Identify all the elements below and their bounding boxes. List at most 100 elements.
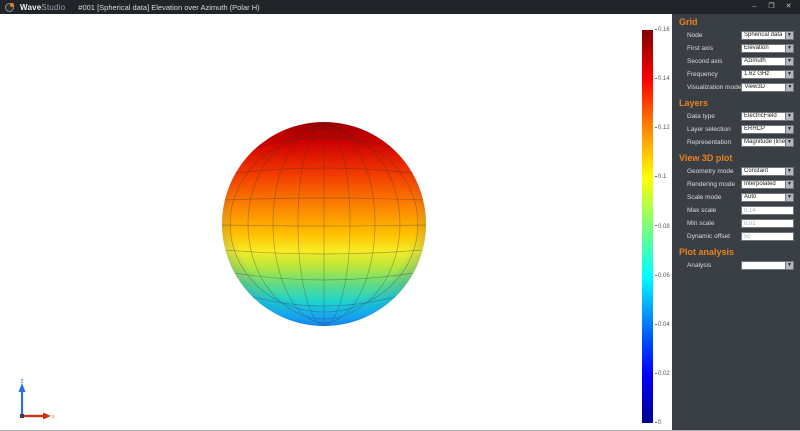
colorbar-tick: 0 [653, 420, 661, 426]
minimize-button[interactable]: – [748, 1, 761, 13]
first-axis-label: First axis [687, 45, 713, 52]
chevron-down-icon[interactable]: ▼ [785, 126, 793, 133]
chevron-down-icon[interactable]: ▼ [785, 194, 793, 201]
row-scale-mode: Scale mode Auto ▼ [687, 193, 794, 202]
layer-selection-dropdown[interactable]: ERHCP ▼ [741, 125, 794, 134]
first-axis-dropdown[interactable]: Elevation ▼ [741, 44, 794, 53]
node-dropdown[interactable]: Spherical data ▼ [741, 31, 794, 40]
chevron-down-icon[interactable]: ▼ [785, 58, 793, 65]
row-max-scale: Max scale [687, 206, 794, 215]
row-node: Node Spherical data ▼ [687, 31, 794, 40]
rendering-mode-label: Rendering mode [687, 181, 736, 188]
axis-triad-svg: z x [18, 379, 55, 421]
frequency-value: 1.62 GHz [744, 71, 770, 77]
geometry-mode-label: Geometry mode [687, 168, 734, 175]
analysis-value [742, 262, 785, 269]
visualization-mode-dropdown[interactable]: View3D ▼ [741, 83, 795, 92]
section-header-plot-analysis: Plot analysis [679, 247, 735, 257]
row-geometry-mode: Geometry mode Constant ▼ [687, 167, 794, 176]
dynamic-offset-label: Dynamic offset [687, 233, 730, 240]
rendering-mode-value: Interpolated [744, 181, 776, 187]
colorbar-tick: 0.12 [653, 125, 670, 131]
geometry-mode-value: Constant [744, 168, 769, 174]
scale-mode-value: Auto [744, 194, 757, 200]
row-rendering-mode: Rendering mode Interpolated ▼ [687, 180, 794, 189]
section-header-grid: Grid [679, 17, 698, 27]
colorbar-tick: 0.06 [653, 273, 670, 279]
visualization-mode-label: Visualization mode [687, 84, 742, 91]
axis-triad: z x [6, 378, 56, 427]
analysis-label: Analysis [687, 262, 712, 269]
main-content: z x 0.16 0.14 0.12 0.1 0.08 0.06 0.04 0.… [0, 14, 800, 430]
x-axis-arrow-icon [43, 412, 51, 420]
max-scale-input [741, 206, 794, 215]
row-representation: Representation Magnitude (linear) ▼ [687, 138, 794, 147]
first-axis-value: Elevation [744, 45, 769, 51]
colorbar: 0.16 0.14 0.12 0.1 0.08 0.06 0.04 0.02 0 [642, 27, 670, 426]
visualization-mode-value: View3D [744, 84, 766, 90]
chevron-down-icon[interactable]: ▼ [785, 139, 793, 146]
row-analysis: Analysis ▼ [687, 261, 794, 270]
chevron-down-icon[interactable]: ▼ [785, 32, 793, 39]
data-type-dropdown[interactable]: ElectricField ▼ [741, 112, 794, 121]
app-name-primary: Wave [20, 2, 42, 12]
representation-value: Magnitude (linear) [744, 139, 785, 145]
frequency-dropdown[interactable]: 1.62 GHz ▼ [741, 70, 794, 79]
app-window: WaveStudio #001 [Spherical data] Elevati… [0, 0, 800, 431]
scale-mode-label: Scale mode [687, 194, 722, 201]
node-label: Node [687, 32, 703, 39]
min-scale-label: Min scale [687, 220, 715, 227]
representation-dropdown[interactable]: Magnitude (linear) ▼ [741, 138, 794, 147]
app-name-secondary: Studio [41, 2, 66, 12]
second-axis-dropdown[interactable]: Azimuth ▼ [741, 57, 794, 66]
min-scale-input [741, 219, 794, 228]
x-axis-label: x [52, 415, 55, 421]
geometry-mode-dropdown[interactable]: Constant ▼ [741, 167, 794, 176]
spherical-radiation-pattern [219, 119, 429, 329]
close-button[interactable]: ✕ [782, 1, 795, 13]
row-visualization-mode: Visualization mode View3D ▼ [687, 83, 795, 92]
row-min-scale: Min scale [687, 219, 794, 228]
settings-panel: Grid Node Spherical data ▼ First axis El… [672, 14, 800, 430]
z-axis-label: z [21, 379, 24, 385]
max-scale-label: Max scale [687, 207, 717, 214]
rendering-mode-dropdown[interactable]: Interpolated ▼ [741, 180, 794, 189]
colorbar-tick: 0.16 [653, 27, 670, 33]
node-value: Spherical data [744, 32, 783, 38]
row-layer-selection: Layer selection ERHCP ▼ [687, 125, 794, 134]
colorbar-tick: 0.04 [653, 322, 670, 328]
row-first-axis: First axis Elevation ▼ [687, 44, 794, 53]
colorbar-ticks: 0.16 0.14 0.12 0.1 0.08 0.06 0.04 0.02 0 [653, 27, 670, 426]
chevron-down-icon[interactable]: ▼ [785, 262, 793, 269]
data-type-label: Data type [687, 113, 715, 120]
layer-selection-value: ERHCP [744, 126, 766, 132]
chevron-down-icon[interactable]: ▼ [785, 45, 793, 52]
colorbar-tick: 0.08 [653, 224, 670, 230]
second-axis-value: Azimuth [744, 58, 766, 64]
chevron-down-icon[interactable]: ▼ [785, 71, 793, 78]
chevron-down-icon[interactable]: ▼ [785, 84, 794, 91]
representation-label: Representation [687, 139, 732, 146]
colorbar-tick: 0.1 [653, 174, 666, 180]
chevron-down-icon[interactable]: ▼ [785, 168, 793, 175]
colorbar-tick: 0.02 [653, 371, 670, 377]
chevron-down-icon[interactable]: ▼ [785, 113, 793, 120]
scale-mode-dropdown[interactable]: Auto ▼ [741, 193, 794, 202]
app-name: WaveStudio [20, 3, 65, 12]
row-data-type: Data type ElectricField ▼ [687, 112, 794, 121]
plot-3d-viewport[interactable]: z x 0.16 0.14 0.12 0.1 0.08 0.06 0.04 0.… [0, 14, 672, 430]
dynamic-offset-input [741, 232, 794, 241]
maximize-button[interactable]: ❐ [765, 1, 778, 13]
row-dynamic-offset: Dynamic offset [687, 232, 794, 241]
row-second-axis: Second axis Azimuth ▼ [687, 57, 794, 66]
section-header-layers: Layers [679, 98, 709, 108]
analysis-dropdown[interactable]: ▼ [741, 261, 794, 270]
section-header-view-3d-plot: View 3D plot [679, 153, 733, 163]
frequency-label: Frequency [687, 71, 718, 78]
chevron-down-icon[interactable]: ▼ [785, 181, 793, 188]
colorbar-gradient [642, 30, 653, 423]
app-logo-icon [5, 2, 14, 12]
layer-selection-label: Layer selection [687, 126, 731, 133]
second-axis-label: Second axis [687, 58, 723, 65]
row-frequency: Frequency 1.62 GHz ▼ [687, 70, 794, 79]
